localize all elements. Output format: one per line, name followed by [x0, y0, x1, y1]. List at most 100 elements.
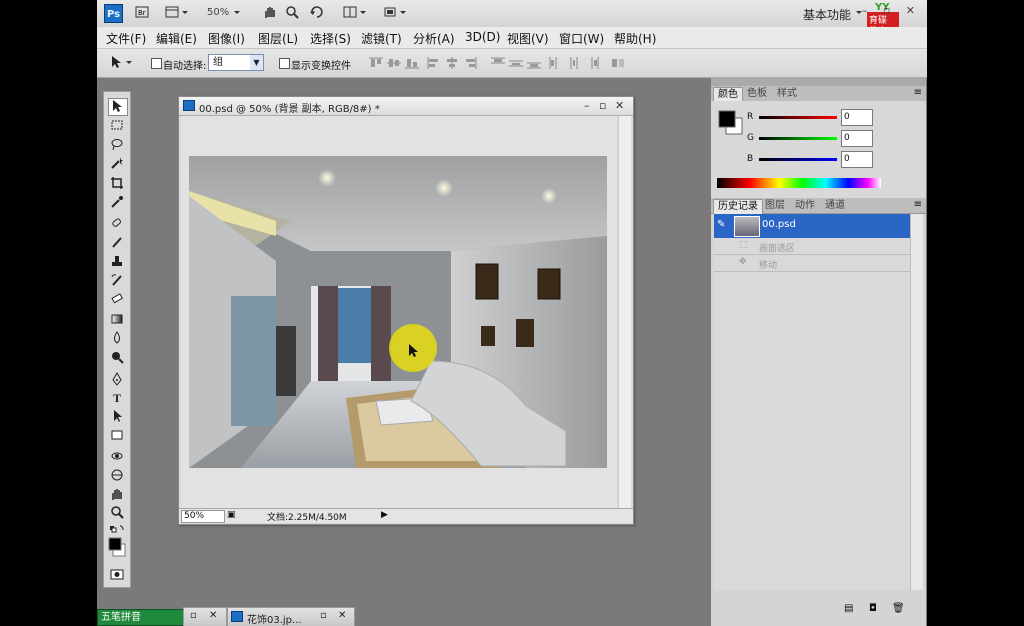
minimize-icon[interactable]: – [584, 99, 590, 112]
green-slider[interactable]: G 0 [747, 130, 921, 148]
restore-icon[interactable]: ▫ [190, 610, 197, 621]
gradient-tool-icon[interactable] [108, 312, 126, 328]
menu-select[interactable]: 选择(S) [310, 30, 351, 47]
arrange-documents-icon[interactable] [343, 5, 367, 22]
menu-view[interactable]: 视图(V) [507, 30, 549, 47]
marquee-tool-icon[interactable] [108, 118, 126, 134]
close-icon[interactable]: ✕ [338, 610, 346, 621]
blue-track[interactable] [759, 158, 837, 161]
align-vcenter-icon[interactable] [387, 57, 401, 69]
minimized-window-controls[interactable]: ▫ ✕ [183, 607, 227, 626]
ime-indicator[interactable]: 五笔拼音 [97, 609, 184, 626]
tab-styles[interactable]: 样式 [773, 87, 801, 101]
color-swatches[interactable] [108, 535, 126, 565]
type-tool-icon[interactable]: T [108, 390, 126, 406]
zoom-tool-icon[interactable] [285, 5, 299, 22]
menu-3d[interactable]: 3D(D) [465, 30, 500, 44]
history-brush-icon[interactable] [108, 273, 126, 289]
align-top-icon[interactable] [369, 57, 383, 69]
healing-brush-icon[interactable] [108, 216, 126, 232]
menu-window[interactable]: 窗口(W) [559, 30, 604, 47]
blue-value[interactable]: 0 [841, 151, 873, 168]
tab-swatches[interactable]: 色板 [743, 87, 771, 101]
align-left-icon[interactable] [427, 57, 441, 69]
color-spectrum[interactable] [717, 178, 881, 188]
history-state-row[interactable]: ✥ 移动 [714, 256, 910, 272]
move-tool-preset-icon[interactable] [109, 55, 139, 72]
crop-tool-icon[interactable] [108, 176, 126, 192]
align-hcenter-icon[interactable] [445, 57, 459, 69]
minimized-document[interactable]: 花饰03.jp... ▫ ✕ [227, 607, 355, 626]
quick-mask-icon[interactable] [108, 568, 126, 584]
distribute-left-icon[interactable] [549, 57, 563, 69]
menu-image[interactable]: 图像(I) [208, 30, 245, 47]
dock-collapse-bar[interactable] [711, 77, 926, 86]
zoom-tool-icon[interactable] [108, 505, 126, 521]
history-scrollbar[interactable] [910, 214, 923, 590]
blur-tool-icon[interactable] [108, 331, 126, 347]
zoom-dropdown-icon[interactable] [233, 5, 241, 22]
tab-layers[interactable]: 图层 [761, 199, 789, 213]
workspace-switcher[interactable]: 基本功能 [803, 6, 851, 23]
vertical-scrollbar[interactable] [618, 116, 631, 508]
new-snapshot-icon[interactable]: ◘ [869, 603, 877, 614]
hand-tool-icon[interactable] [263, 5, 277, 22]
tab-channels[interactable]: 通道 [821, 199, 849, 213]
distribute-vcenter-icon[interactable] [509, 57, 523, 69]
tab-color[interactable]: 颜色 [713, 87, 743, 102]
eraser-icon[interactable] [108, 292, 126, 308]
history-brush-source-icon[interactable]: ✎ [717, 219, 725, 230]
status-popup-icon[interactable]: ▣ [227, 510, 236, 520]
brush-tool-icon[interactable] [108, 235, 126, 251]
path-selection-icon[interactable] [108, 409, 126, 425]
align-bottom-icon[interactable] [405, 57, 419, 69]
close-icon[interactable]: ✕ [615, 99, 624, 112]
lasso-tool-icon[interactable] [108, 137, 126, 153]
canvas-area[interactable] [181, 116, 617, 508]
show-transform-checkbox[interactable] [279, 58, 290, 69]
green-value[interactable]: 0 [841, 130, 873, 147]
auto-select-checkbox[interactable] [151, 58, 162, 69]
menu-help[interactable]: 帮助(H) [614, 30, 656, 47]
history-menu-icon[interactable]: ≡ [914, 199, 922, 210]
magic-wand-icon[interactable] [108, 156, 126, 172]
maximize-icon[interactable]: ▫ [599, 99, 606, 112]
menu-edit[interactable]: 编辑(E) [156, 30, 197, 47]
pen-tool-icon[interactable] [108, 371, 126, 388]
document-title-bar[interactable]: 00.psd @ 50% (背景 副本, RGB/8#) * – ▫ ✕ [179, 97, 633, 116]
green-track[interactable] [759, 137, 837, 140]
clone-stamp-icon[interactable] [108, 254, 126, 270]
trash-icon[interactable]: 🗑 [892, 603, 905, 614]
restore-icon[interactable]: ▫ [320, 610, 327, 621]
history-snapshot-row[interactable]: ✎ 00.psd [714, 214, 910, 238]
menu-layer[interactable]: 图层(L) [258, 30, 298, 47]
zoom-level[interactable]: 50% [207, 7, 229, 18]
tab-history[interactable]: 历史记录 [713, 199, 763, 214]
tab-actions[interactable]: 动作 [791, 199, 819, 213]
screen-mode-icon[interactable] [383, 5, 407, 22]
auto-select-dropdown[interactable]: 组 ▼ [208, 54, 264, 71]
menu-file[interactable]: 文件(F) [106, 30, 146, 47]
hand-tool-icon[interactable] [108, 487, 126, 503]
distribute-hcenter-icon[interactable] [567, 57, 581, 69]
menu-analysis[interactable]: 分析(A) [413, 30, 455, 47]
panel-menu-icon[interactable]: ≡ [914, 87, 922, 98]
shape-tool-icon[interactable] [108, 428, 126, 444]
3d-orbit-icon[interactable] [108, 468, 126, 484]
distribute-right-icon[interactable] [585, 57, 599, 69]
dodge-tool-icon[interactable] [108, 350, 126, 366]
align-right-icon[interactable] [463, 57, 477, 69]
rotate-view-icon[interactable] [309, 5, 323, 22]
distribute-top-icon[interactable] [491, 57, 505, 69]
red-slider[interactable]: R 0 [747, 109, 921, 127]
zoom-field[interactable]: 50% [181, 510, 225, 523]
history-state-row[interactable]: ⬚ 画面选区 [714, 239, 910, 255]
view-extras-button[interactable] [165, 5, 189, 22]
close-icon[interactable]: ✕ [209, 610, 217, 621]
red-value[interactable]: 0 [841, 109, 873, 126]
red-track[interactable] [759, 116, 837, 119]
new-document-icon[interactable]: ▤ [844, 603, 853, 614]
move-tool-icon[interactable] [108, 98, 128, 116]
status-menu-arrow-icon[interactable]: ▶ [381, 510, 388, 520]
distribute-bottom-icon[interactable] [527, 57, 541, 69]
